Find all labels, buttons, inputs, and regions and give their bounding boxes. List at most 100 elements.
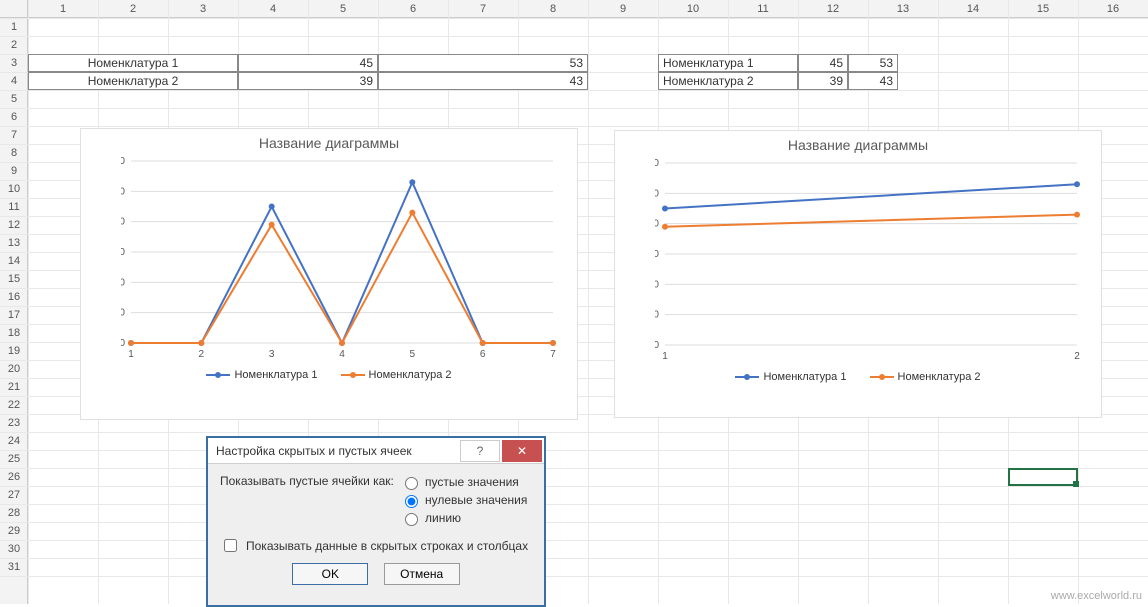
row-header-4[interactable]: 4	[0, 72, 28, 90]
svg-text:6: 6	[480, 349, 486, 360]
table1-r1-v2[interactable]: 43	[378, 72, 588, 90]
row-header-1[interactable]: 1	[0, 18, 28, 36]
table2-r0-label[interactable]: Номенклатура 1	[658, 54, 798, 72]
col-header-4[interactable]: 4	[238, 0, 308, 18]
row-header-26[interactable]: 26	[0, 468, 28, 486]
radio-zero-values[interactable]: нулевые значения	[400, 492, 532, 508]
select-all-corner[interactable]	[0, 0, 28, 18]
row-header-10[interactable]: 10	[0, 180, 28, 198]
row-header-17[interactable]: 17	[0, 306, 28, 324]
col-header-5[interactable]: 5	[308, 0, 378, 18]
row-header-23[interactable]: 23	[0, 414, 28, 432]
col-header-7[interactable]: 7	[448, 0, 518, 18]
row-header-13[interactable]: 13	[0, 234, 28, 252]
col-header-14[interactable]: 14	[938, 0, 1008, 18]
chart-left-plot: 01020304050601234567	[121, 155, 567, 365]
chart-right[interactable]: Название диаграммы 010203040506012 Номен…	[614, 130, 1102, 418]
col-header-10[interactable]: 10	[658, 0, 728, 18]
radio-empty-values[interactable]: пустые значения	[400, 474, 532, 490]
checkbox-show-hidden[interactable]: Показывать данные в скрытых строках и ст…	[220, 536, 532, 555]
row-header-12[interactable]: 12	[0, 216, 28, 234]
row-header-2[interactable]: 2	[0, 36, 28, 54]
svg-text:60: 60	[121, 156, 125, 167]
row-header-21[interactable]: 21	[0, 378, 28, 396]
legend-label-s2: Номенклатура 2	[369, 369, 452, 381]
row-header-28[interactable]: 28	[0, 504, 28, 522]
ok-button[interactable]: OK	[292, 563, 368, 585]
col-header-3[interactable]: 3	[168, 0, 238, 18]
legend-label-s1-r: Номенклатура 1	[763, 371, 846, 383]
row-header-11[interactable]: 11	[0, 198, 28, 216]
table1-r0-v1[interactable]: 45	[238, 54, 378, 72]
col-header-13[interactable]: 13	[868, 0, 938, 18]
dialog-titlebar[interactable]: Настройка скрытых и пустых ячеек ? ✕	[208, 438, 544, 464]
dialog-body: Показывать пустые ячейки как: пустые зна…	[208, 464, 544, 605]
chart-right-legend: Номенклатура 1 Номенклатура 2	[615, 367, 1101, 387]
active-cell[interactable]	[1008, 468, 1078, 486]
row-header-15[interactable]: 15	[0, 270, 28, 288]
row-header-24[interactable]: 24	[0, 432, 28, 450]
col-header-15[interactable]: 15	[1008, 0, 1078, 18]
row-header-20[interactable]: 20	[0, 360, 28, 378]
row-header-6[interactable]: 6	[0, 108, 28, 126]
chart-left-legend: Номенклатура 1 Номенклатура 2	[81, 365, 577, 385]
svg-text:2: 2	[199, 349, 205, 360]
legend-label-s2-r: Номенклатура 2	[898, 371, 981, 383]
table2-r1-v1[interactable]: 39	[798, 72, 848, 90]
table1-r1-v1[interactable]: 39	[238, 72, 378, 90]
table1-r0-label[interactable]: Номенклатура 1	[28, 54, 238, 72]
radio-line-input[interactable]	[405, 513, 418, 526]
col-header-2[interactable]: 2	[98, 0, 168, 18]
row-header-5[interactable]: 5	[0, 90, 28, 108]
col-header-8[interactable]: 8	[518, 0, 588, 18]
radio-zero-values-input[interactable]	[405, 495, 418, 508]
legend-swatch-s1	[206, 374, 230, 376]
row-header-19[interactable]: 19	[0, 342, 28, 360]
hidden-empty-cells-dialog[interactable]: Настройка скрытых и пустых ячеек ? ✕ Пок…	[206, 436, 546, 607]
row-header-9[interactable]: 9	[0, 162, 28, 180]
row-header-18[interactable]: 18	[0, 324, 28, 342]
col-header-12[interactable]: 12	[798, 0, 868, 18]
dialog-close-button[interactable]: ✕	[502, 440, 542, 462]
fill-handle[interactable]	[1073, 481, 1079, 487]
row-header-30[interactable]: 30	[0, 540, 28, 558]
chart-left[interactable]: Название диаграммы 01020304050601234567 …	[80, 128, 578, 420]
row-header-31[interactable]: 31	[0, 558, 28, 576]
table2-r0-v1[interactable]: 45	[798, 54, 848, 72]
dialog-title: Настройка скрытых и пустых ячеек	[208, 444, 460, 458]
row-header-3[interactable]: 3	[0, 54, 28, 72]
col-header-1[interactable]: 1	[28, 0, 98, 18]
dialog-help-button[interactable]: ?	[460, 440, 500, 462]
radio-empty-values-label: пустые значения	[425, 475, 519, 489]
svg-text:0: 0	[655, 340, 659, 351]
table2-r0-v2[interactable]: 53	[848, 54, 898, 72]
svg-text:50: 50	[121, 186, 125, 197]
legend-item-s1: Номенклатура 1	[206, 369, 317, 381]
row-header-25[interactable]: 25	[0, 450, 28, 468]
table1-r0-v2[interactable]: 53	[378, 54, 588, 72]
row-header-14[interactable]: 14	[0, 252, 28, 270]
svg-text:20: 20	[655, 279, 659, 290]
table2-r1-v2[interactable]: 43	[848, 72, 898, 90]
radio-line[interactable]: линию	[400, 510, 532, 526]
row-header-16[interactable]: 16	[0, 288, 28, 306]
col-header-16[interactable]: 16	[1078, 0, 1148, 18]
row-header-27[interactable]: 27	[0, 486, 28, 504]
chart-right-plot: 010203040506012	[655, 157, 1091, 367]
watermark: www.excelworld.ru	[1051, 590, 1142, 602]
row-header-29[interactable]: 29	[0, 522, 28, 540]
radio-zero-values-label: нулевые значения	[425, 493, 527, 507]
svg-text:10: 10	[655, 310, 659, 321]
col-header-9[interactable]: 9	[588, 0, 658, 18]
col-header-6[interactable]: 6	[378, 0, 448, 18]
checkbox-show-hidden-input[interactable]	[224, 539, 237, 552]
radio-empty-values-input[interactable]	[405, 477, 418, 490]
col-header-11[interactable]: 11	[728, 0, 798, 18]
table1-r1-label[interactable]: Номенклатура 2	[28, 72, 238, 90]
table2-r1-label[interactable]: Номенклатура 2	[658, 72, 798, 90]
row-header-8[interactable]: 8	[0, 144, 28, 162]
row-header-7[interactable]: 7	[0, 126, 28, 144]
row-header-22[interactable]: 22	[0, 396, 28, 414]
cancel-button[interactable]: Отмена	[384, 563, 460, 585]
legend-item-s2: Номенклатура 2	[341, 369, 452, 381]
